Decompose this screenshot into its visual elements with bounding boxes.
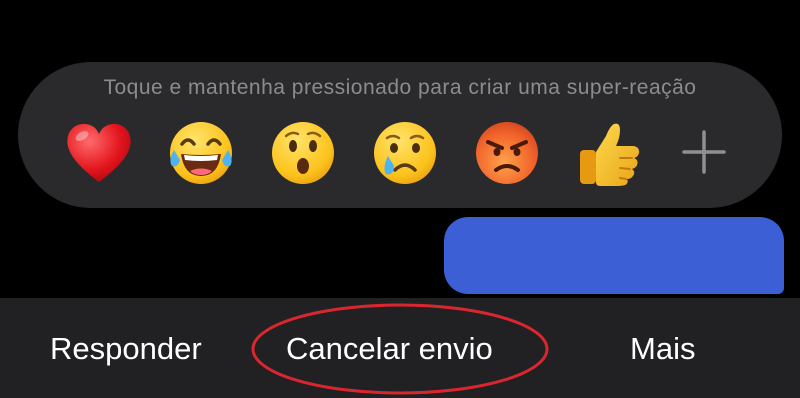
sent-message-bubble[interactable] — [444, 217, 784, 294]
unsend-button[interactable]: Cancelar envio — [286, 328, 493, 370]
reaction-tray-hint: Toque e mantenha pressionado para criar … — [103, 76, 697, 99]
laughing-tears-icon[interactable] — [164, 116, 238, 190]
heart-icon[interactable] — [62, 116, 136, 190]
message-action-bar: Responder Cancelar envio Mais — [0, 298, 800, 398]
thumbs-up-icon[interactable] — [572, 116, 646, 190]
crying-face-icon[interactable] — [368, 116, 442, 190]
surprised-face-icon[interactable] — [266, 116, 340, 190]
reaction-tray: Toque e mantenha pressionado para criar … — [18, 62, 782, 208]
plus-icon[interactable] — [674, 122, 734, 182]
reaction-row — [62, 112, 738, 192]
angry-face-icon[interactable] — [470, 116, 544, 190]
reply-button[interactable]: Responder — [50, 328, 202, 370]
more-button[interactable]: Mais — [630, 328, 695, 370]
message-actions-screen: Toque e mantenha pressionado para criar … — [0, 0, 800, 398]
